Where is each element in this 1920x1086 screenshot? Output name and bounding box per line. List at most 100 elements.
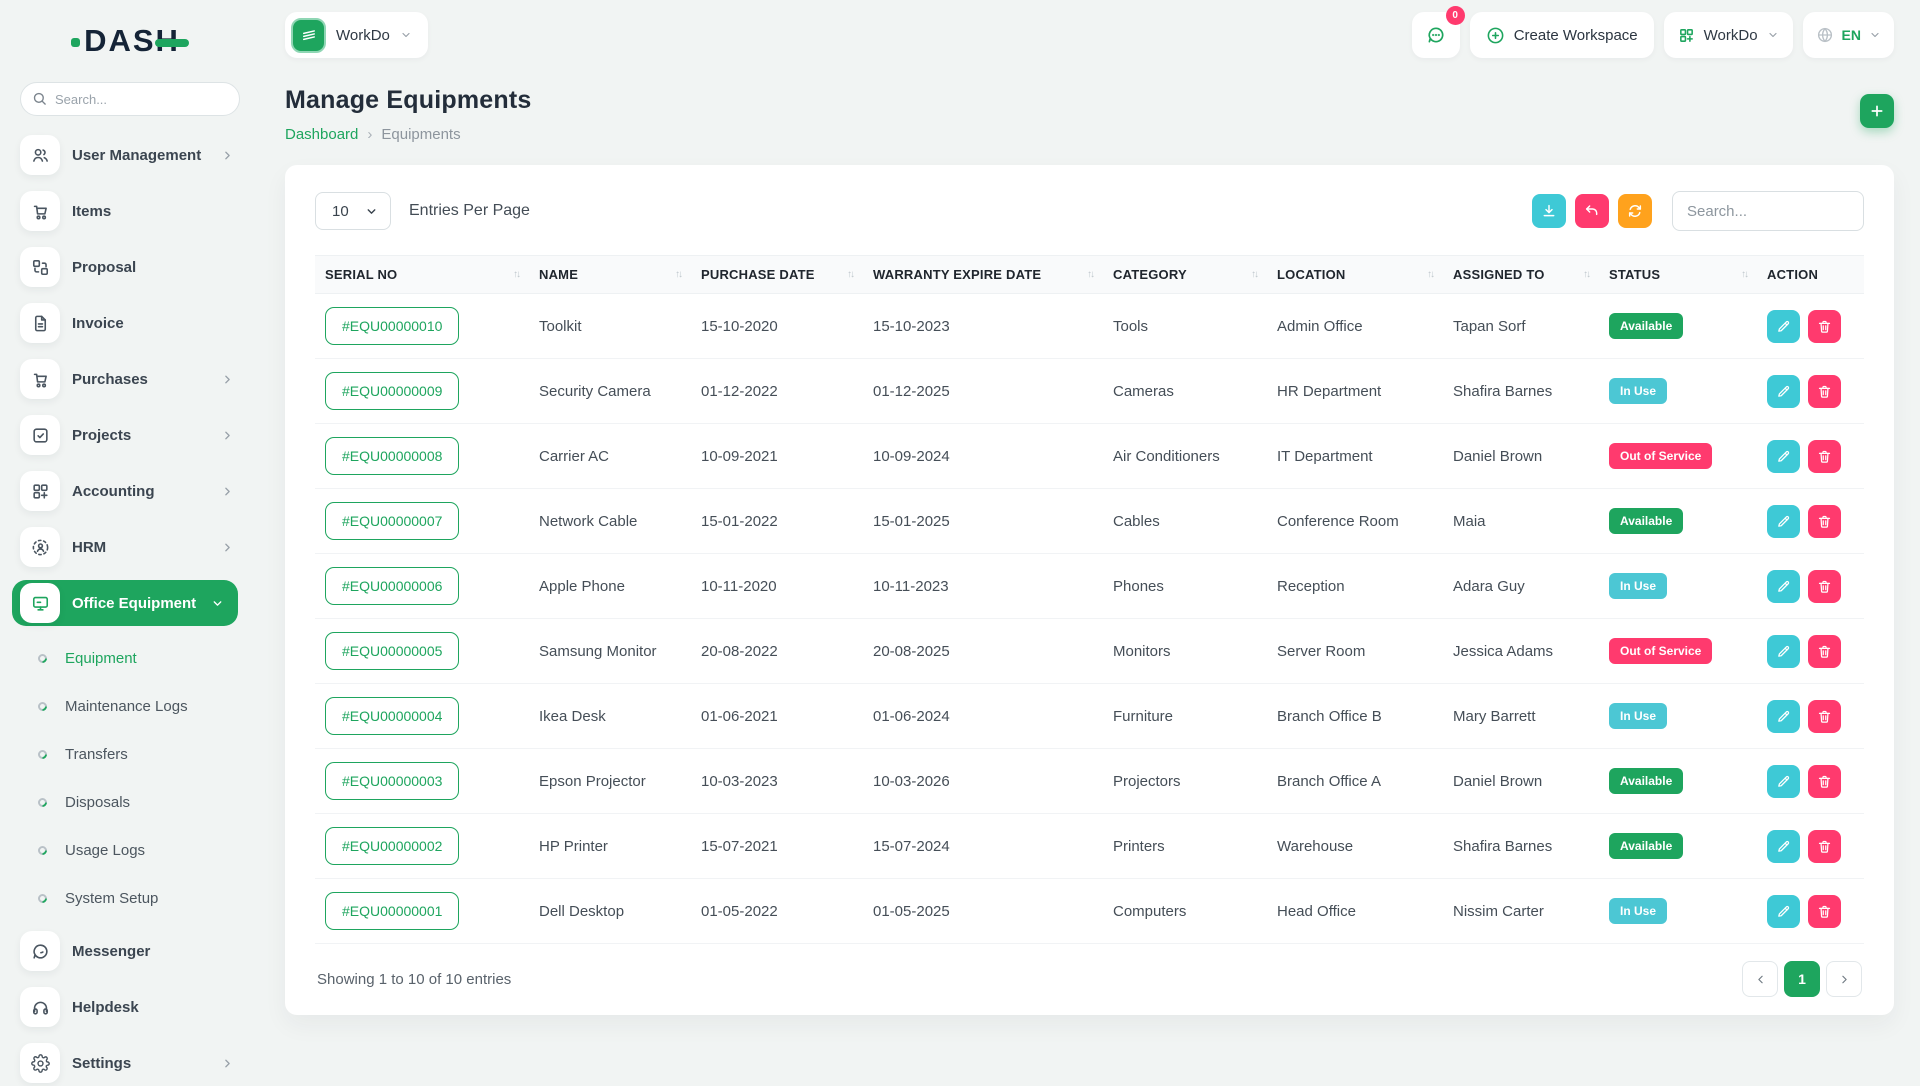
delete-button[interactable] <box>1808 570 1841 603</box>
delete-button[interactable] <box>1808 635 1841 668</box>
status-cell: In Use <box>1599 554 1757 619</box>
submenu-item-equipment[interactable]: Equipment <box>20 638 260 678</box>
status-badge: In Use <box>1609 378 1667 404</box>
sidebar: DASH User Management Items Proposal <box>0 0 260 1080</box>
assigned-to-cell: Maia <box>1443 489 1599 554</box>
sidebar-item-office-equipment[interactable]: Office Equipment <box>12 580 238 626</box>
app-logo: DASH <box>0 20 260 62</box>
submenu-item-usage-logs[interactable]: Usage Logs <box>20 830 260 870</box>
sidebar-item-invoice[interactable]: Invoice <box>20 300 260 346</box>
edit-button[interactable] <box>1767 375 1800 408</box>
add-equipment-button[interactable] <box>1860 94 1894 128</box>
edit-button[interactable] <box>1767 700 1800 733</box>
edit-button[interactable] <box>1767 635 1800 668</box>
status-cell: Available <box>1599 489 1757 554</box>
equipments-table: SERIAL NO ↑↓ NAME ↑↓ <box>315 255 1864 944</box>
submenu-item-maintenance-logs[interactable]: Maintenance Logs <box>20 686 260 726</box>
chevron-down-icon <box>211 597 224 610</box>
refresh-button[interactable] <box>1618 194 1652 228</box>
edit-button[interactable] <box>1767 440 1800 473</box>
create-workspace-button[interactable]: Create Workspace <box>1470 12 1654 58</box>
edit-button[interactable] <box>1767 765 1800 798</box>
topbar: WorkDo 0 Create Workspace WorkDo <box>285 12 1894 58</box>
delete-button[interactable] <box>1808 375 1841 408</box>
sidebar-item-projects[interactable]: Projects <box>20 412 260 458</box>
export-download-button[interactable] <box>1532 194 1566 228</box>
delete-button[interactable] <box>1808 830 1841 863</box>
edit-button[interactable] <box>1767 895 1800 928</box>
equipments-card: 10 Entries Per Page <box>285 165 1894 1015</box>
entries-per-page-select[interactable]: 10 <box>315 192 391 230</box>
gear-icon <box>20 1043 60 1083</box>
location-cell: HR Department <box>1267 359 1443 424</box>
cart-icon <box>20 191 60 231</box>
column-header[interactable]: CATEGORY ↑↓ <box>1103 256 1267 294</box>
sidebar-search <box>20 82 240 116</box>
pagination-page-1-button[interactable]: 1 <box>1784 961 1820 997</box>
serial-cell: #EQU00000004 <box>315 684 529 749</box>
bullet-icon <box>36 700 49 713</box>
name-cell: Samsung Monitor <box>529 619 691 684</box>
delete-button[interactable] <box>1808 895 1841 928</box>
pagination-prev-button[interactable] <box>1742 961 1778 997</box>
delete-button[interactable] <box>1808 765 1841 798</box>
undo-icon <box>1584 203 1600 219</box>
delete-button[interactable] <box>1808 700 1841 733</box>
column-header-label: CATEGORY <box>1113 267 1187 282</box>
edit-button[interactable] <box>1767 830 1800 863</box>
action-cell <box>1757 424 1864 489</box>
pencil-icon <box>1776 709 1791 724</box>
delete-button[interactable] <box>1808 310 1841 343</box>
messages-button[interactable]: 0 <box>1412 12 1460 58</box>
language-selector[interactable]: EN <box>1803 12 1894 58</box>
sidebar-item-accounting[interactable]: Accounting <box>20 468 260 514</box>
grid-plus-icon <box>20 471 60 511</box>
column-header[interactable]: SERIAL NO ↑↓ <box>315 256 529 294</box>
status-badge: In Use <box>1609 573 1667 599</box>
sidebar-item-helpdesk[interactable]: Helpdesk <box>20 984 260 1030</box>
workspace-name: WorkDo <box>336 27 390 44</box>
column-header[interactable]: PURCHASE DATE ↑↓ <box>691 256 863 294</box>
purchase-date-cell: 10-11-2020 <box>691 554 863 619</box>
category-cell: Cables <box>1103 489 1267 554</box>
pagination: 1 <box>1742 961 1862 997</box>
sidebar-item-purchases[interactable]: Purchases <box>20 356 260 402</box>
pagination-next-button[interactable] <box>1826 961 1862 997</box>
serial-cell: #EQU00000010 <box>315 294 529 359</box>
breadcrumb-dashboard-link[interactable]: Dashboard <box>285 126 358 143</box>
sidebar-item-user-management[interactable]: User Management <box>20 132 260 178</box>
sidebar-item-settings[interactable]: Settings <box>20 1040 260 1086</box>
trash-icon <box>1817 319 1832 334</box>
submenu-item-disposals[interactable]: Disposals <box>20 782 260 822</box>
sidebar-item-messenger[interactable]: Messenger <box>20 928 260 974</box>
submenu-item-transfers[interactable]: Transfers <box>20 734 260 774</box>
edit-button[interactable] <box>1767 310 1800 343</box>
column-header[interactable]: WARRANTY EXPIRE DATE ↑↓ <box>863 256 1103 294</box>
sidebar-item-items[interactable]: Items <box>20 188 260 234</box>
table-row: #EQU00000005 Samsung Monitor 20-08-2022 … <box>315 619 1864 684</box>
headset-icon <box>20 987 60 1027</box>
submenu-item-label: Disposals <box>65 794 130 811</box>
workdo-apps-menu[interactable]: WorkDo <box>1664 12 1793 58</box>
reset-undo-button[interactable] <box>1575 194 1609 228</box>
serial-badge: #EQU00000003 <box>325 762 459 800</box>
sidebar-item-label: Purchases <box>72 371 148 388</box>
purchase-date-cell: 15-07-2021 <box>691 814 863 879</box>
delete-button[interactable] <box>1808 505 1841 538</box>
sidebar-item-hrm[interactable]: HRM <box>20 524 260 570</box>
sidebar-item-proposal[interactable]: Proposal <box>20 244 260 290</box>
column-header[interactable]: LOCATION ↑↓ <box>1267 256 1443 294</box>
workspace-selector[interactable]: WorkDo <box>285 12 428 58</box>
users-icon <box>20 135 60 175</box>
table-search-input[interactable] <box>1672 191 1864 231</box>
delete-button[interactable] <box>1808 440 1841 473</box>
column-header[interactable]: NAME ↑↓ <box>529 256 691 294</box>
column-header[interactable]: ACTION ↑↓ <box>1757 256 1864 294</box>
edit-button[interactable] <box>1767 570 1800 603</box>
column-header[interactable]: ASSIGNED TO ↑↓ <box>1443 256 1599 294</box>
edit-button[interactable] <box>1767 505 1800 538</box>
submenu-item-system-setup[interactable]: System Setup <box>20 878 260 918</box>
sidebar-search-input[interactable] <box>20 82 240 116</box>
column-header[interactable]: STATUS ↑↓ <box>1599 256 1757 294</box>
purchase-date-cell: 15-01-2022 <box>691 489 863 554</box>
